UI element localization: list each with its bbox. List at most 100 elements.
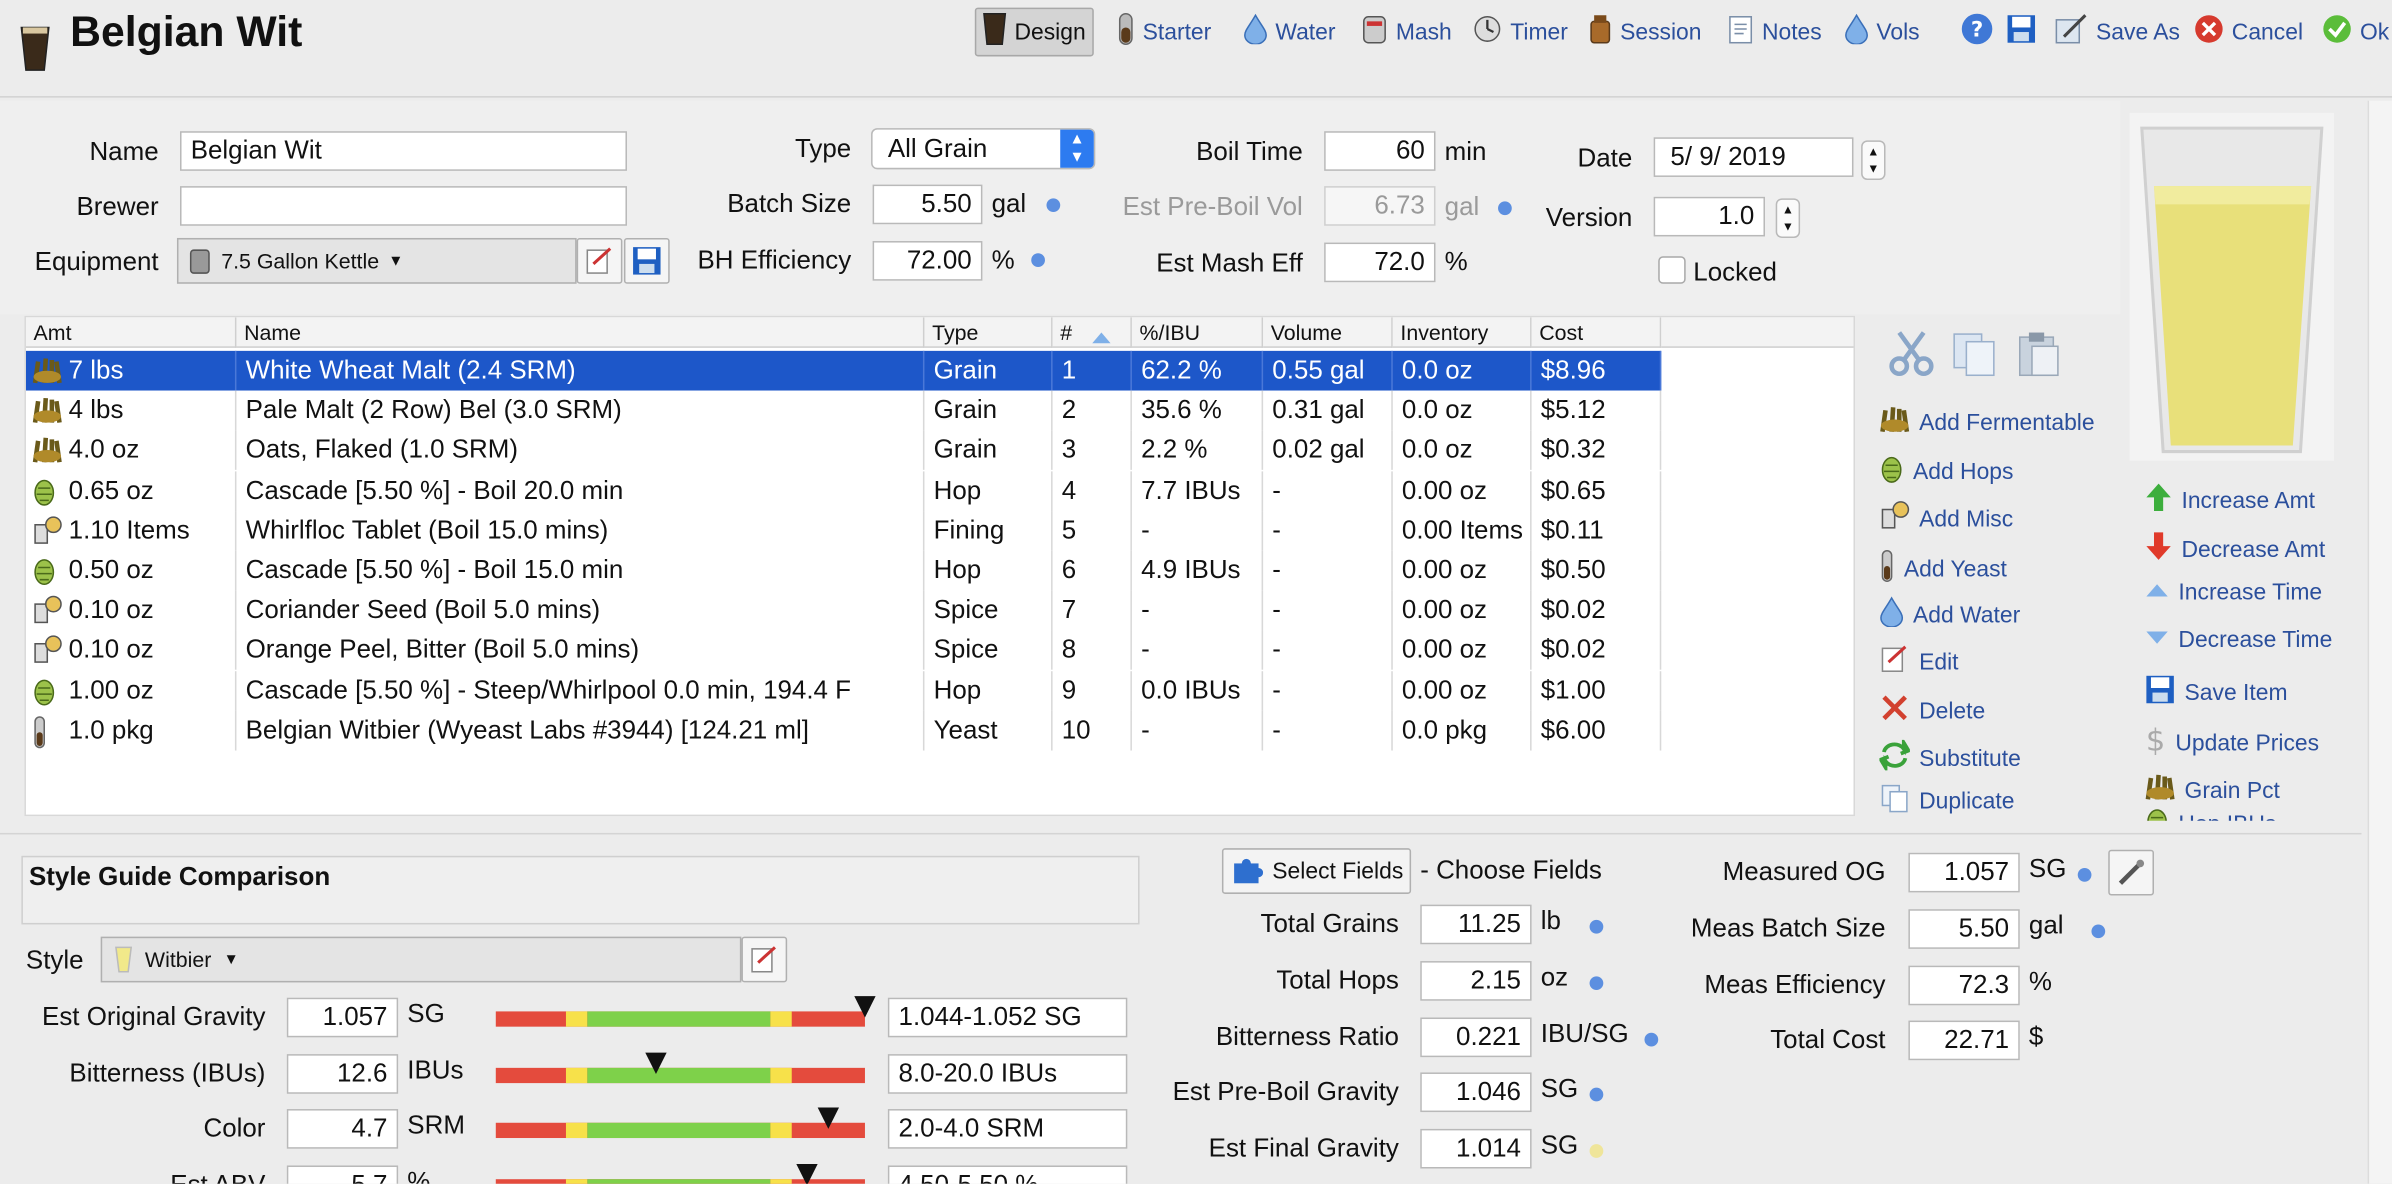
stat-unit: $	[2028, 1022, 2044, 1052]
table-row[interactable]: 0.10 oz Coriander Seed (Boil 5.0 mins) Spi…	[26, 590, 1662, 631]
save-toolbar-button[interactable]	[2000, 8, 2043, 57]
bh-efficiency-input[interactable]: 72.00	[872, 241, 983, 281]
mash-toolbar-button[interactable]: Mash	[1355, 8, 1458, 57]
add-misc-button[interactable]: Add Misc	[1879, 500, 2013, 537]
column-header-name[interactable]: Name	[236, 317, 925, 348]
equipment-dropdown[interactable]: 7.5 Gallon Kettle ▼	[176, 237, 577, 284]
stat-dot	[2077, 868, 2092, 882]
save-item-button[interactable]: Save Item	[2145, 674, 2288, 711]
table-row[interactable]: 0.65 oz Cascade [5.50 %] - Boil 20.0 min H…	[26, 470, 1662, 511]
cell-amt: 0.10 oz	[26, 630, 237, 671]
select-stepper-icon: ▲ ▼	[1060, 129, 1094, 168]
brewer-input[interactable]	[180, 186, 627, 226]
add-yeast-button[interactable]: Add Yeast	[1879, 549, 2007, 589]
cut-icon[interactable]	[1887, 330, 1936, 386]
hop-ibus-button[interactable]: Hop IBUs	[2145, 805, 2276, 821]
style-row-unit: %	[407, 1167, 431, 1184]
increase-time-button[interactable]: Increase Time	[2145, 580, 2322, 606]
style-guide-title: Style Guide Comparison	[28, 861, 331, 891]
cell-text: 0.50 oz	[68, 555, 154, 585]
table-row[interactable]: 4.0 oz Oats, Flaked (1.0 SRM) Grain 3 2.2 % 0…	[26, 430, 1662, 471]
stat-dot	[2091, 924, 2106, 938]
column-header-ibu[interactable]: %/IBU	[1131, 317, 1264, 348]
meter-yellow-high	[770, 1123, 792, 1139]
column-header-volume[interactable]: Volume	[1263, 317, 1393, 348]
ingredients-table[interactable]: Amt Name Type # %/IBU Volume Inventory Cost 7 l…	[24, 315, 1856, 817]
batch-size-input[interactable]: 5.50	[872, 184, 983, 225]
design-toolbar-button[interactable]: Design	[974, 7, 1094, 57]
edit-equipment-button[interactable]	[576, 237, 623, 284]
cell-text: 4	[1061, 475, 1077, 505]
table-row[interactable]: 0.50 oz Cascade [5.50 %] - Boil 15.0 min H…	[26, 550, 1662, 591]
date-stepper[interactable]: ▲ ▼	[1861, 140, 1886, 181]
decrease-time-button[interactable]: Decrease Time	[2145, 627, 2332, 653]
water-toolbar-button[interactable]: Water	[1237, 8, 1341, 57]
cell-type: Hop	[924, 670, 1053, 711]
version-input[interactable]: 1.0	[1653, 196, 1766, 237]
substitute-button[interactable]: Substitute	[1878, 736, 2021, 777]
cell-vol: -	[1263, 510, 1393, 551]
add-water-button[interactable]: Add Water	[1879, 596, 2020, 633]
notes-toolbar-button[interactable]: Notes	[1721, 8, 1828, 57]
batch-size-unit: gal	[991, 189, 1027, 219]
paste-icon[interactable]	[2014, 330, 2063, 386]
table-row[interactable]: 1.0 pkg Belgian Witbier (Wyeast Labs #394…	[26, 710, 1662, 751]
meter-marker-icon	[797, 1164, 819, 1184]
duplicate-button[interactable]: Duplicate	[1879, 783, 2014, 820]
cell-text: -	[1272, 595, 1281, 625]
cell-amt: 1.10 Items	[26, 510, 237, 551]
misc-icon	[32, 595, 63, 630]
cell-text: $0.65	[1540, 475, 1606, 505]
edit-button[interactable]: Edit	[1879, 644, 1959, 681]
table-row[interactable]: 1.00 oz Cascade [5.50 %] - Steep/Whirlpoo…	[26, 670, 1662, 711]
name-input[interactable]: Belgian Wit	[180, 131, 627, 171]
add-fermentable-button[interactable]: Add Fermentable	[1879, 404, 2095, 441]
water-drop-icon	[1879, 596, 1904, 633]
cell-inv: 0.00 oz	[1393, 590, 1532, 631]
edit-style-button[interactable]	[741, 936, 788, 983]
cell-amt: 0.65 oz	[26, 470, 237, 511]
cell-text: -	[1141, 715, 1150, 745]
cancel-toolbar-button[interactable]: Cancel	[2188, 8, 2310, 57]
version-stepper[interactable]: ▲ ▼	[1775, 198, 1801, 238]
locked-checkbox[interactable]	[1658, 256, 1686, 284]
help-toolbar-button[interactable]: ?	[1954, 8, 2000, 57]
stat-label: Bitterness Ratio	[1215, 1021, 1399, 1051]
column-header-cost[interactable]: Cost	[1531, 317, 1662, 348]
add-hops-button[interactable]: Add Hops	[1879, 453, 2013, 490]
table-row[interactable]: 4 lbs Pale Malt (2 Row) Bel (3.0 SRM) Grai…	[26, 390, 1662, 431]
hydrometer-button[interactable]	[2108, 849, 2155, 896]
window-scrollbar[interactable]	[2367, 100, 2392, 1184]
decrease-amt-button[interactable]: Decrease Amt	[2145, 531, 2325, 568]
vols-toolbar-button[interactable]: Vols	[1838, 8, 1926, 57]
select-fields-button[interactable]: Select Fields	[1221, 848, 1412, 894]
grain-pct-button[interactable]: Grain Pct	[2145, 772, 2280, 809]
style-dropdown[interactable]: Witbier ▼	[100, 936, 742, 983]
starter-toolbar-button[interactable]: Starter	[1111, 8, 1218, 57]
delete-button[interactable]: Delete	[1879, 693, 1985, 730]
ok-toolbar-button[interactable]: Ok	[2316, 8, 2392, 57]
update-prices-button[interactable]: $ Update Prices	[2145, 723, 2319, 763]
timer-toolbar-button[interactable]: Timer	[1466, 8, 1574, 57]
style-row-value: 12.6	[286, 1053, 399, 1094]
date-input[interactable]: 5/ 9/ 2019	[1653, 137, 1854, 177]
cell-vol: -	[1263, 630, 1393, 671]
save-as-toolbar-button[interactable]: Save As	[2049, 8, 2186, 57]
misc-icon	[32, 635, 63, 670]
session-toolbar-button[interactable]: Session	[1582, 8, 1708, 57]
boil-time-input[interactable]: 60	[1324, 131, 1436, 171]
cell-text: 0.65 oz	[68, 475, 154, 505]
column-header-inventory[interactable]: Inventory	[1392, 317, 1532, 348]
cell-text: -	[1141, 635, 1150, 665]
column-header-type[interactable]: Type	[924, 317, 1053, 348]
cell-text: 0.00 oz	[1401, 635, 1488, 665]
cell-text: 0.0 oz	[1401, 435, 1473, 465]
type-select[interactable]: All Grain ▲ ▼	[871, 128, 1096, 170]
substitute-icon	[1878, 736, 1912, 777]
table-row[interactable]: 7 lbs White Wheat Malt (2.4 SRM) Grain 1 62.…	[25, 350, 1662, 391]
increase-amt-button[interactable]: Increase Amt	[2145, 482, 2315, 519]
table-row[interactable]: 1.10 Items Whirlfloc Tablet (Boil 15.0 mi…	[26, 510, 1662, 551]
copy-icon[interactable]	[1950, 330, 1999, 386]
table-row[interactable]: 0.10 oz Orange Peel, Bitter (Boil 5.0 min…	[26, 630, 1662, 671]
column-header-amt[interactable]: Amt	[25, 317, 237, 348]
